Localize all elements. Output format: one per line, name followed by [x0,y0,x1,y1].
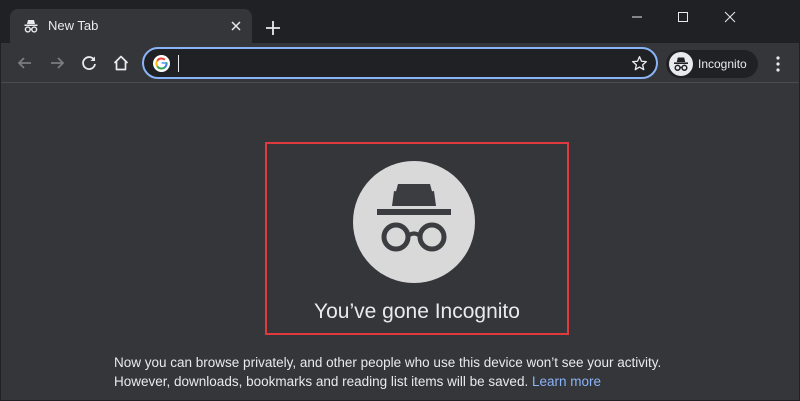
title-bar: New Tab [1,1,799,43]
home-icon [113,55,129,71]
tab-title: New Tab [48,18,99,33]
home-button[interactable] [110,52,132,74]
minimize-button[interactable] [614,1,660,33]
toolbar: Incognito [1,43,799,83]
close-icon [724,11,736,23]
address-bar[interactable] [142,47,658,79]
kebab-menu-icon [776,56,780,72]
incognito-hero [353,161,475,283]
maximize-icon [678,12,688,22]
reload-icon [82,56,96,70]
description-line-2-text: However, downloads, bookmarks and readin… [114,374,529,389]
incognito-description: Now you can browse privately, and other … [114,353,714,391]
incognito-profile-button[interactable]: Incognito [666,50,758,78]
incognito-page: You’ve gone Incognito Now you can browse… [1,84,799,400]
description-line-2: However, downloads, bookmarks and readin… [114,372,714,391]
text-caret [178,55,179,72]
incognito-icon [24,20,38,33]
description-line-1: Now you can browse privately, and other … [114,355,662,370]
learn-more-link[interactable]: Learn more [532,374,601,389]
incognito-icon [377,184,451,252]
omnibox-input[interactable] [180,53,620,73]
tab-new-tab[interactable]: New Tab [10,9,252,43]
minimize-icon [632,16,642,18]
maximize-button[interactable] [660,1,706,33]
close-icon[interactable] [229,19,243,33]
window-close-button[interactable] [707,1,753,33]
page-title: You’ve gone Incognito [314,300,520,323]
incognito-icon [674,57,688,71]
browser-window: New Tab Incognito You’ve gone Incognito … [0,0,800,401]
profile-label: Incognito [698,57,747,71]
new-tab-button[interactable] [263,18,283,38]
menu-button[interactable] [769,53,787,75]
forward-arrow-icon [51,57,65,69]
avatar [669,52,693,76]
star-icon[interactable] [631,55,648,72]
back-button[interactable] [14,52,36,74]
google-icon [153,55,170,72]
back-arrow-icon [17,57,31,69]
reload-button[interactable] [78,52,100,74]
forward-button[interactable] [46,52,68,74]
